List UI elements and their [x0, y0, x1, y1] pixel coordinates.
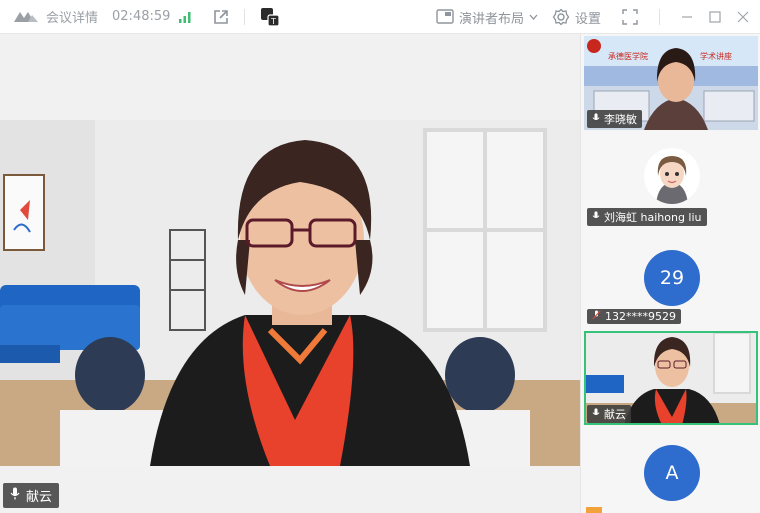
- microphone-icon: [592, 210, 600, 224]
- participant-name: 献云: [604, 408, 626, 421]
- avatar: 29: [644, 250, 700, 306]
- main-stage: 献云: [0, 34, 580, 513]
- close-icon[interactable]: [736, 10, 750, 24]
- participant-tile[interactable]: 29 132****9529: [584, 232, 758, 326]
- host-badge-icon: [586, 507, 602, 513]
- layout-icon: [436, 9, 454, 25]
- avatar: [644, 148, 700, 204]
- svg-text:T: T: [270, 17, 276, 26]
- meeting-logo-icon: [14, 10, 38, 24]
- speaker-layout-button[interactable]: 演讲者布局: [436, 8, 538, 27]
- settings-label: 设置: [574, 11, 601, 27]
- participant-name: 132****9529: [605, 310, 676, 323]
- banner-text-right: 学术讲座: [700, 52, 732, 61]
- microphone-icon: [592, 112, 600, 126]
- participant-name-tag: 刘海虹 haihong liu: [587, 208, 707, 226]
- speaker-layout-label: 演讲者布局: [458, 11, 524, 27]
- participant-tile[interactable]: 承德医学院 学术讲座 李晓敏: [584, 36, 758, 130]
- participant-tile[interactable]: A: [584, 429, 758, 513]
- main-speaker-name: 献云: [26, 490, 53, 505]
- participants-panel: 承德医学院 学术讲座 李晓敏 刘海虹 haihong liu 29 132***…: [580, 34, 760, 513]
- meeting-details-link[interactable]: 会议详情: [46, 7, 98, 26]
- participant-name-tag: 132****9529: [587, 309, 681, 324]
- divider: [659, 9, 660, 25]
- microphone-icon: [592, 407, 600, 421]
- participant-name-tag: 李晓敏: [587, 110, 642, 128]
- translate-icon[interactable]: T: [259, 6, 281, 28]
- signal-strength-icon[interactable]: [178, 10, 192, 24]
- participant-tile-active[interactable]: 献云: [584, 331, 758, 425]
- settings-button[interactable]: 设置: [552, 8, 601, 27]
- meeting-timer: 02:48:59: [112, 9, 171, 24]
- microphone-icon: [10, 487, 20, 504]
- divider: [244, 8, 246, 25]
- main-speaker-video[interactable]: [0, 120, 580, 466]
- maximize-icon[interactable]: [708, 10, 722, 24]
- participant-name: 李晓敏: [604, 113, 637, 126]
- title-bar: 会议详情 02:48:59 T 演讲者布局 设置: [0, 0, 760, 34]
- microphone-muted-icon: [592, 310, 601, 323]
- share-external-icon[interactable]: [212, 8, 230, 26]
- minimize-icon[interactable]: [680, 10, 694, 24]
- main-speaker-name-tag: 献云: [3, 483, 60, 508]
- participant-tile[interactable]: 刘海虹 haihong liu: [584, 134, 758, 228]
- gear-icon: [552, 8, 570, 26]
- video-frame-image: [0, 120, 580, 466]
- participant-name: 刘海虹 haihong liu: [604, 211, 702, 224]
- fullscreen-icon[interactable]: [621, 8, 639, 26]
- chevron-down-icon: [529, 14, 538, 20]
- participant-name-tag: 献云: [587, 405, 631, 423]
- avatar: A: [644, 445, 700, 501]
- banner-text-left: 承德医学院: [608, 52, 648, 61]
